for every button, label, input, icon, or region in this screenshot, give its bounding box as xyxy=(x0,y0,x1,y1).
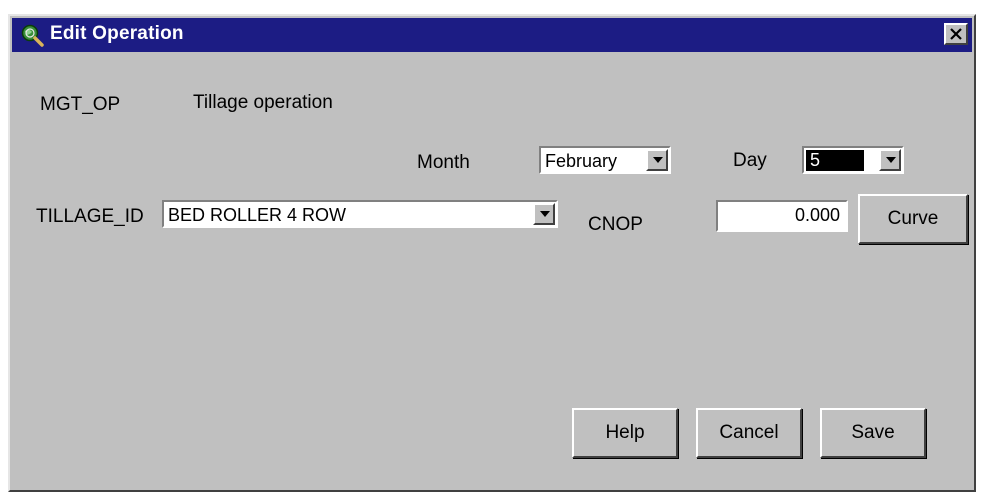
tillage-id-value: BED ROLLER 4 ROW xyxy=(168,205,347,225)
globe-magnifier-icon xyxy=(20,23,44,47)
month-dropdown-button[interactable] xyxy=(646,149,668,171)
close-icon xyxy=(950,28,962,40)
cancel-button[interactable]: Cancel xyxy=(696,408,802,458)
day-select[interactable]: 5 xyxy=(802,146,904,174)
help-button[interactable]: Help xyxy=(572,408,678,458)
cnop-input[interactable]: 0.000 xyxy=(716,200,848,232)
tillage-dropdown-button[interactable] xyxy=(533,203,555,225)
curve-button[interactable]: Curve xyxy=(858,194,968,244)
cnop-label: CNOP xyxy=(588,214,643,235)
month-select[interactable]: February xyxy=(539,146,671,174)
day-value: 5 xyxy=(806,150,865,171)
cnop-value: 0.000 xyxy=(794,205,840,225)
tillage-id-label: TILLAGE_ID xyxy=(36,206,144,227)
save-button[interactable]: Save xyxy=(820,408,926,458)
chevron-down-icon xyxy=(886,157,896,163)
month-value: February xyxy=(545,151,618,171)
month-label: Month xyxy=(417,152,470,173)
chevron-down-icon xyxy=(540,211,550,217)
close-button[interactable] xyxy=(944,23,968,45)
day-dropdown-button[interactable] xyxy=(879,149,901,171)
day-label: Day xyxy=(733,150,767,171)
title-bar[interactable]: Edit Operation xyxy=(12,18,972,52)
mgt-op-label: MGT_OP xyxy=(40,94,121,115)
tillage-id-select[interactable]: BED ROLLER 4 ROW xyxy=(162,200,558,228)
edit-operation-dialog: Edit Operation MGT_OP Tillage operation … xyxy=(8,14,976,492)
mgt-op-value: Tillage operation xyxy=(193,92,333,113)
chevron-down-icon xyxy=(653,157,663,163)
window-title: Edit Operation xyxy=(50,23,184,44)
